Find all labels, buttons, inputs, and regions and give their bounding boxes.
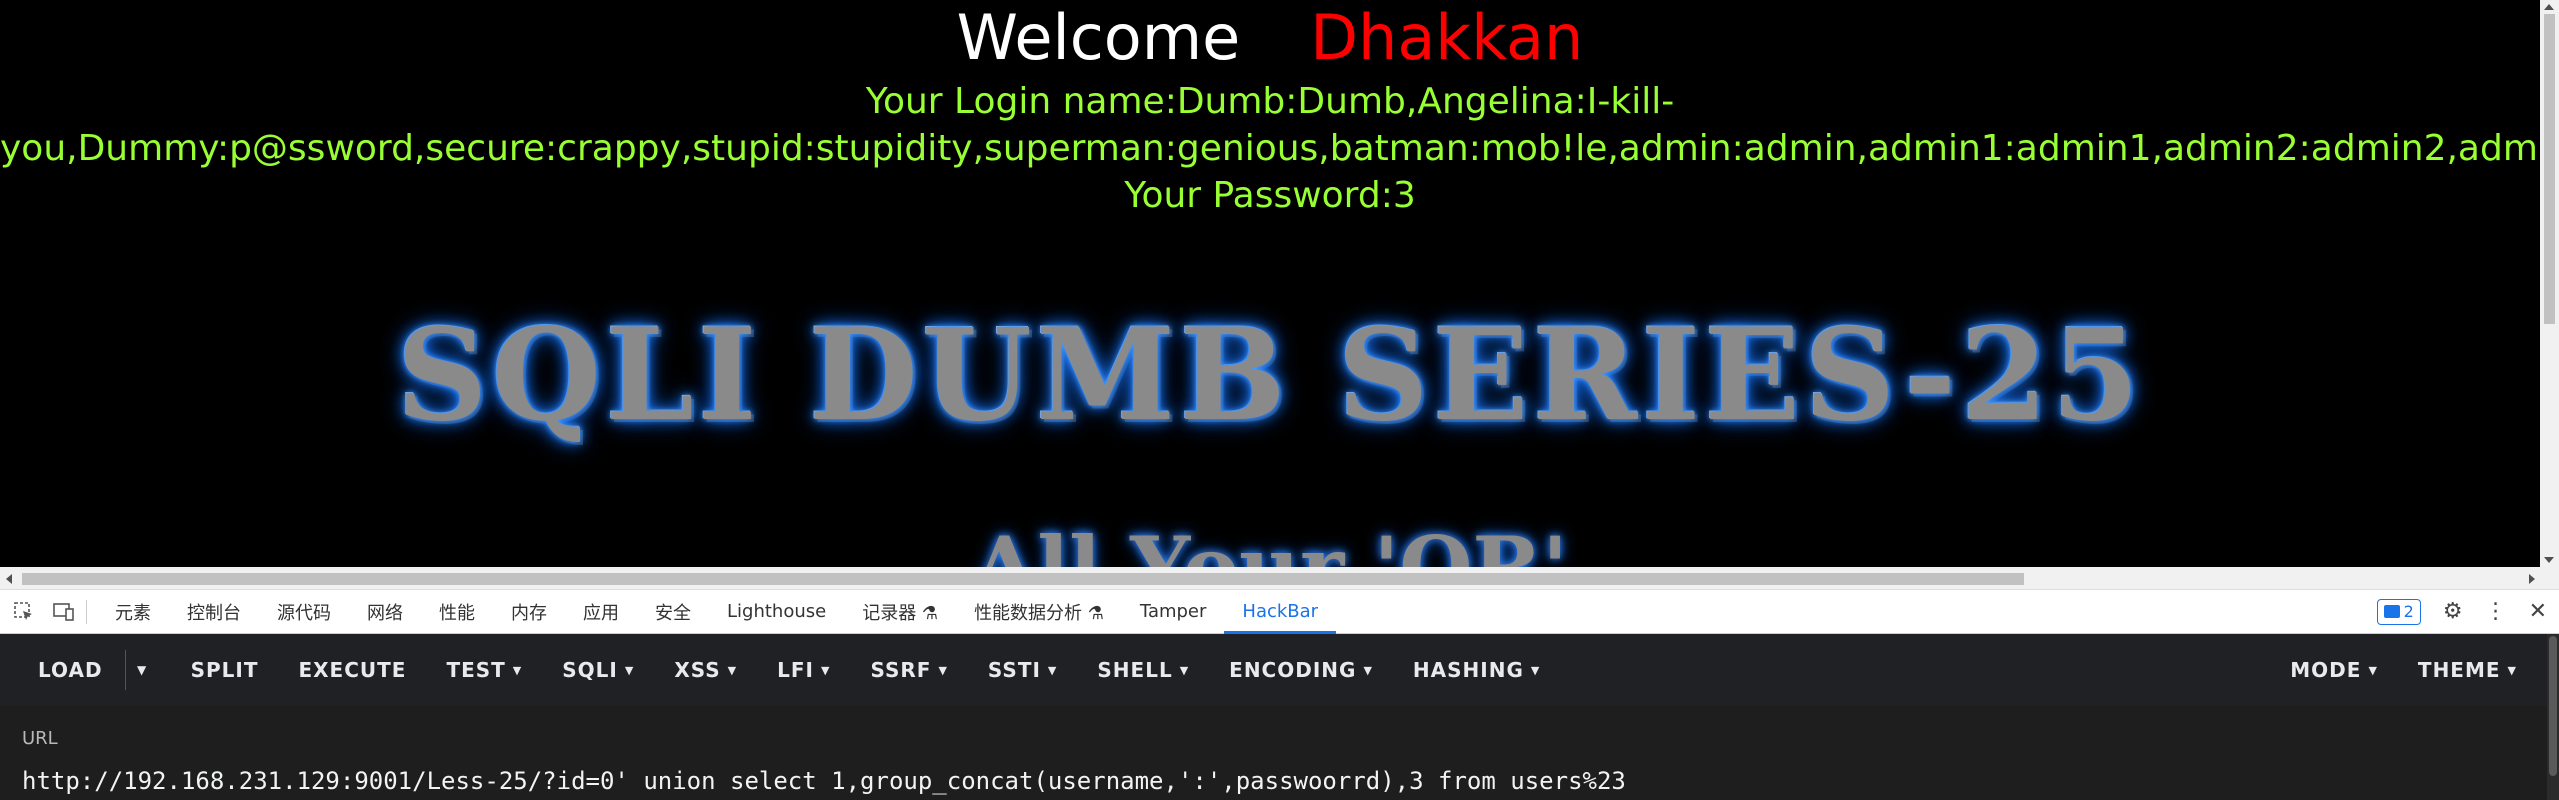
caret-down-icon: ▼ bbox=[1047, 663, 1058, 677]
tab-performance-insights[interactable]: 性能数据分析 ⚗ bbox=[956, 590, 1122, 634]
encoding-label: ENCODING bbox=[1229, 658, 1357, 682]
caret-down-icon: ▼ bbox=[512, 663, 523, 677]
horizontal-scroll-thumb[interactable] bbox=[22, 573, 2024, 585]
tab-hackbar[interactable]: HackBar bbox=[1224, 590, 1337, 634]
split-button[interactable]: SPLIT bbox=[171, 634, 279, 706]
hackbar-toolbar: LOAD ▼ SPLIT EXECUTE TEST ▼ SQLI ▼ XSS ▼ LF… bbox=[0, 634, 2559, 706]
ssrf-label: SSRF bbox=[870, 658, 932, 682]
sqli-menu-button[interactable]: SQLI ▼ bbox=[542, 634, 654, 706]
welcome-word: Welcome bbox=[956, 1, 1241, 74]
password-line: Your Password:3 bbox=[1124, 175, 1416, 216]
caret-down-icon: ▼ bbox=[821, 663, 831, 677]
xss-menu-button[interactable]: XSS ▼ bbox=[654, 634, 757, 706]
tab-memory[interactable]: 内存 bbox=[493, 590, 565, 634]
tab-tamper[interactable]: Tamper bbox=[1122, 590, 1224, 634]
hashing-menu-button[interactable]: HASHING ▼ bbox=[1393, 634, 1560, 706]
caret-down-icon: ▼ bbox=[1363, 663, 1373, 677]
load-button[interactable]: LOAD bbox=[0, 634, 125, 706]
scroll-thumb[interactable] bbox=[2544, 14, 2555, 324]
scroll-right-arrow-icon[interactable] bbox=[2529, 574, 2535, 584]
tab-elements[interactable]: 元素 bbox=[97, 590, 169, 634]
page-horizontal-scrollbar[interactable] bbox=[0, 567, 2559, 590]
ssti-label: SSTI bbox=[987, 658, 1041, 682]
tab-sources[interactable]: 源代码 bbox=[259, 590, 349, 634]
login-result: Your Login name:Dumb:Dumb,Angelina:I-kil… bbox=[0, 78, 2540, 219]
caret-down-icon: ▼ bbox=[2368, 663, 2378, 677]
url-panel: URL http://192.168.231.129:9001/Less-25/… bbox=[0, 706, 2559, 800]
page-vertical-scrollbar[interactable] bbox=[2540, 0, 2559, 567]
scroll-up-arrow-icon[interactable] bbox=[2544, 4, 2554, 10]
message-icon bbox=[2383, 605, 2400, 618]
caret-down-icon: ▼ bbox=[1530, 663, 1541, 677]
xss-label: XSS bbox=[674, 658, 721, 682]
lfi-label: LFI bbox=[777, 658, 814, 682]
devtools-tab-bar: 元素 控制台 源代码 网络 性能 内存 应用 安全 Lighthouse 记录器… bbox=[0, 590, 2559, 634]
hackbar-vertical-scrollbar[interactable] bbox=[2547, 634, 2559, 800]
lfi-menu-button[interactable]: LFI ▼ bbox=[757, 634, 850, 706]
login-name-line-1: Your Login name:Dumb:Dumb,Angelina:I-kil… bbox=[865, 81, 1675, 122]
tab-application[interactable]: 应用 bbox=[565, 590, 637, 634]
more-options-icon[interactable]: ⋮ bbox=[2485, 600, 2507, 623]
issues-count: 2 bbox=[2403, 602, 2414, 621]
scroll-left-arrow-icon[interactable] bbox=[6, 574, 12, 584]
mode-label: MODE bbox=[2290, 658, 2362, 682]
tab-security[interactable]: 安全 bbox=[637, 590, 709, 634]
login-name-line-2: you,Dummy:p@ssword,secure:crappy,stupid:… bbox=[0, 128, 2540, 169]
mode-menu-button[interactable]: MODE ▼ bbox=[2270, 634, 2398, 706]
theme-menu-button[interactable]: THEME ▼ bbox=[2398, 634, 2537, 706]
settings-gear-icon[interactable]: ⚙ bbox=[2443, 600, 2463, 623]
tab-lighthouse[interactable]: Lighthouse bbox=[709, 590, 844, 634]
device-toolbar-icon[interactable] bbox=[48, 596, 80, 628]
close-icon[interactable]: ✕ bbox=[2529, 600, 2547, 623]
scroll-down-arrow-icon[interactable] bbox=[2544, 557, 2554, 563]
tab-recorder[interactable]: 记录器 ⚗ bbox=[844, 590, 956, 634]
devtools-right-controls: 2 ⚙ ⋮ ✕ bbox=[2376, 598, 2559, 625]
caret-down-icon: ▼ bbox=[938, 663, 948, 677]
theme-label: THEME bbox=[2417, 658, 2501, 682]
page-viewport: Welcome Dhakkan Your Login name:Dumb:Dumb… bbox=[0, 0, 2559, 567]
shell-menu-button[interactable]: SHELL ▼ bbox=[1077, 634, 1209, 706]
caret-down-icon: ▼ bbox=[727, 663, 738, 677]
execute-button[interactable]: EXECUTE bbox=[278, 634, 426, 706]
url-label: URL bbox=[22, 728, 58, 749]
ssrf-menu-button[interactable]: SSRF ▼ bbox=[850, 634, 967, 706]
toolbar-divider bbox=[86, 599, 87, 624]
test-label: TEST bbox=[446, 658, 506, 682]
hackbar-scroll-thumb[interactable] bbox=[2549, 636, 2557, 776]
ssti-menu-button[interactable]: SSTI ▼ bbox=[968, 634, 1077, 706]
issues-badge[interactable]: 2 bbox=[2376, 598, 2421, 625]
sqli-label: SQLI bbox=[562, 658, 618, 682]
welcome-heading: Welcome Dhakkan bbox=[0, 0, 2540, 76]
welcome-user-name: Dhakkan bbox=[1310, 1, 1584, 74]
inspect-element-icon[interactable] bbox=[8, 596, 40, 628]
url-input[interactable]: http://192.168.231.129:9001/Less-25/?id=… bbox=[22, 767, 1626, 795]
sub-banner: All Your 'OR' bbox=[0, 518, 2540, 567]
caret-down-icon: ▼ bbox=[2507, 663, 2517, 677]
tab-network[interactable]: 网络 bbox=[349, 590, 421, 634]
tab-performance[interactable]: 性能 bbox=[421, 590, 493, 634]
encoding-menu-button[interactable]: ENCODING ▼ bbox=[1209, 634, 1393, 706]
caret-down-icon: ▼ bbox=[1179, 663, 1190, 677]
series-title-banner: SQLI DUMB SERIES-25 bbox=[396, 301, 2144, 449]
hashing-label: HASHING bbox=[1412, 658, 1524, 682]
caret-down-icon: ▼ bbox=[624, 663, 635, 677]
load-dropdown-caret-icon[interactable]: ▼ bbox=[124, 650, 159, 690]
test-menu-button[interactable]: TEST ▼ bbox=[426, 634, 542, 706]
tab-console[interactable]: 控制台 bbox=[169, 590, 259, 634]
shell-label: SHELL bbox=[1097, 658, 1173, 682]
